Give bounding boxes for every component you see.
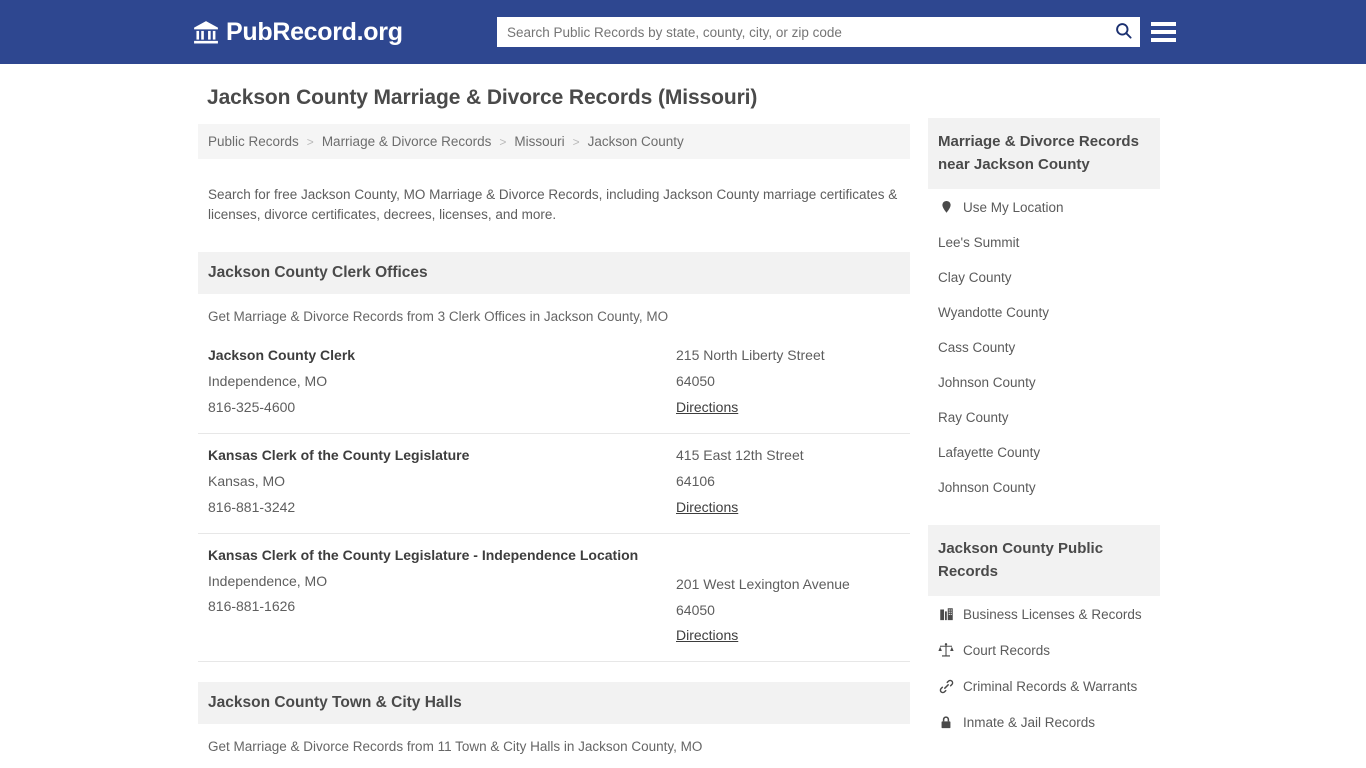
listing-city: Kansas, MO <box>208 472 286 489</box>
sidebar-box-nearby: Marriage & Divorce Records near Jackson … <box>928 118 1160 505</box>
sidebar-item-label: Lee's Summit <box>938 235 1020 250</box>
menu-bar-1 <box>1151 22 1176 26</box>
sidebar-item-label: Use My Location <box>963 199 1064 215</box>
sidebar-item-label: Lafayette County <box>938 445 1041 460</box>
site-logo[interactable]: PubRecord.org <box>193 19 403 45</box>
sidebar-item-criminal-records[interactable]: Criminal Records & Warrants <box>928 668 1160 704</box>
listing-street: 201 West Lexington Avenue <box>676 575 850 592</box>
map-pin-icon <box>938 199 954 215</box>
listing-street: 415 East 12th Street <box>676 447 804 464</box>
listing-phone: 816-881-1626 <box>208 598 296 615</box>
listing-zip: 64106 <box>676 472 715 489</box>
listing-name[interactable]: Kansas Clerk of the County Legislature <box>208 443 676 469</box>
table-row[interactable]: Kansas Clerk of the County Legislature -… <box>198 534 910 663</box>
breadcrumb-separator: > <box>572 134 580 149</box>
sidebar-item-lafayette-county[interactable]: Lafayette County <box>928 435 1160 470</box>
sidebar-item-use-my-location[interactable]: Use My Location <box>928 189 1160 225</box>
page-intro-text: Search for free Jackson County, MO Marri… <box>208 186 898 223</box>
listing-zip: 64050 <box>676 373 715 390</box>
breadcrumb-item-public-records[interactable]: Public Records <box>208 134 299 149</box>
section-heading-clerk-offices: Jackson County Clerk Offices <box>198 252 910 295</box>
sidebar: Marriage & Divorce Records near Jackson … <box>928 86 1160 768</box>
sidebar-item-johnson-county[interactable]: Johnson County <box>928 365 1160 400</box>
listing-city: Independence, MO <box>208 373 328 390</box>
sidebar-item-lees-summit[interactable]: Lee's Summit <box>928 225 1160 260</box>
menu-bar-3 <box>1151 38 1176 42</box>
breadcrumb-separator: > <box>306 134 314 149</box>
table-row[interactable]: Buckner City Hall Buckner, MO 4 West Mon… <box>198 764 910 768</box>
sidebar-item-ray-county[interactable]: Ray County <box>928 400 1160 435</box>
content-container: Jackson County Marriage & Divorce Record… <box>198 64 1168 768</box>
section-heading-town-city-halls: Jackson County Town & City Halls <box>198 682 910 725</box>
sidebar-item-cass-county[interactable]: Cass County <box>928 330 1160 365</box>
sidebar-item-label: Wyandotte County <box>938 305 1049 320</box>
sidebar-item-label: Cass County <box>938 340 1016 355</box>
sidebar-item-label: Business Licenses & Records <box>963 606 1142 622</box>
sidebar-item-inmate-jail-records[interactable]: Inmate & Jail Records <box>928 704 1160 740</box>
sidebar-nearby-list: Use My Location Lee's Summit Clay County… <box>928 189 1160 505</box>
sidebar-heading-nearby: Marriage & Divorce Records near Jackson … <box>928 118 1160 189</box>
directions-link[interactable]: Directions <box>676 395 738 421</box>
listing-address: 215 North Liberty Street 64050 Direction… <box>676 343 900 421</box>
directions-link[interactable]: Directions <box>676 495 738 521</box>
listing-zip: 64050 <box>676 601 715 618</box>
section-subheading-clerk-offices: Get Marriage & Divorce Records from 3 Cl… <box>208 309 669 325</box>
page-body: Jackson County Marriage & Divorce Record… <box>0 64 1366 768</box>
menu-bar-2 <box>1151 30 1176 34</box>
sidebar-public-records-list: Business Licenses & Records Court Record… <box>928 596 1160 740</box>
sidebar-item-label: Johnson County <box>938 480 1036 495</box>
building-icon <box>938 606 954 622</box>
listing-address: 201 West Lexington Avenue 64050 Directio… <box>676 543 900 650</box>
lock-icon <box>938 714 954 730</box>
sidebar-item-label: Court Records <box>963 642 1051 658</box>
listing-street: 215 North Liberty Street <box>676 347 825 364</box>
table-row[interactable]: Jackson County Clerk Independence, MO 81… <box>198 334 910 435</box>
site-header: PubRecord.org <box>0 0 1366 64</box>
sidebar-item-label: Johnson County <box>938 375 1036 390</box>
search-button[interactable] <box>1106 17 1140 47</box>
listing-info: Jackson County Clerk Independence, MO 81… <box>208 343 676 421</box>
listing-name[interactable]: Jackson County Clerk <box>208 343 676 369</box>
section-subheading-town-city-halls: Get Marriage & Divorce Records from 11 T… <box>208 739 703 755</box>
sidebar-box-public-records: Jackson County Public Records Business L… <box>928 525 1160 740</box>
sidebar-item-label: Clay County <box>938 270 1012 285</box>
hamburger-menu-icon[interactable] <box>1151 18 1176 46</box>
breadcrumb-item-missouri[interactable]: Missouri <box>514 134 564 149</box>
listing-name[interactable]: Kansas Clerk of the County Legislature -… <box>208 543 676 569</box>
sidebar-item-wyandotte-county[interactable]: Wyandotte County <box>928 295 1160 330</box>
search-input[interactable] <box>497 17 1106 47</box>
sidebar-item-johnson-county-2[interactable]: Johnson County <box>928 470 1160 505</box>
sidebar-item-label: Criminal Records & Warrants <box>963 678 1138 694</box>
breadcrumb-item-jackson-county[interactable]: Jackson County <box>588 134 684 149</box>
chain-link-icon <box>938 678 954 694</box>
logo-text: PubRecord.org <box>226 17 403 46</box>
search-icon <box>1114 21 1133 43</box>
listing-phone: 816-881-3242 <box>208 498 296 515</box>
sidebar-heading-public-records: Jackson County Public Records <box>928 525 1160 596</box>
page-title: Jackson County Marriage & Divorce Record… <box>207 86 758 109</box>
table-row[interactable]: Kansas Clerk of the County Legislature K… <box>198 434 910 534</box>
listing-city: Independence, MO <box>208 572 328 589</box>
listing-info: Kansas Clerk of the County Legislature -… <box>208 543 676 650</box>
sidebar-item-label: Ray County <box>938 410 1009 425</box>
sidebar-item-court-records[interactable]: Court Records <box>928 632 1160 668</box>
listing-address: 415 East 12th Street 64106 Directions <box>676 443 900 521</box>
listing-phone: 816-325-4600 <box>208 399 296 416</box>
sidebar-item-business-licenses[interactable]: Business Licenses & Records <box>928 596 1160 632</box>
breadcrumb-separator: > <box>499 134 507 149</box>
directions-link[interactable]: Directions <box>676 623 738 649</box>
listing-info: Kansas Clerk of the County Legislature K… <box>208 443 676 521</box>
sidebar-item-clay-county[interactable]: Clay County <box>928 260 1160 295</box>
breadcrumb: Public Records > Marriage & Divorce Reco… <box>198 124 910 159</box>
breadcrumb-item-marriage-divorce-records[interactable]: Marriage & Divorce Records <box>322 134 492 149</box>
search-bar[interactable] <box>497 17 1140 47</box>
bank-building-icon <box>193 19 219 45</box>
sidebar-item-label: Inmate & Jail Records <box>963 714 1096 730</box>
main-column: Jackson County Marriage & Divorce Record… <box>198 86 928 768</box>
scales-icon <box>938 642 954 658</box>
